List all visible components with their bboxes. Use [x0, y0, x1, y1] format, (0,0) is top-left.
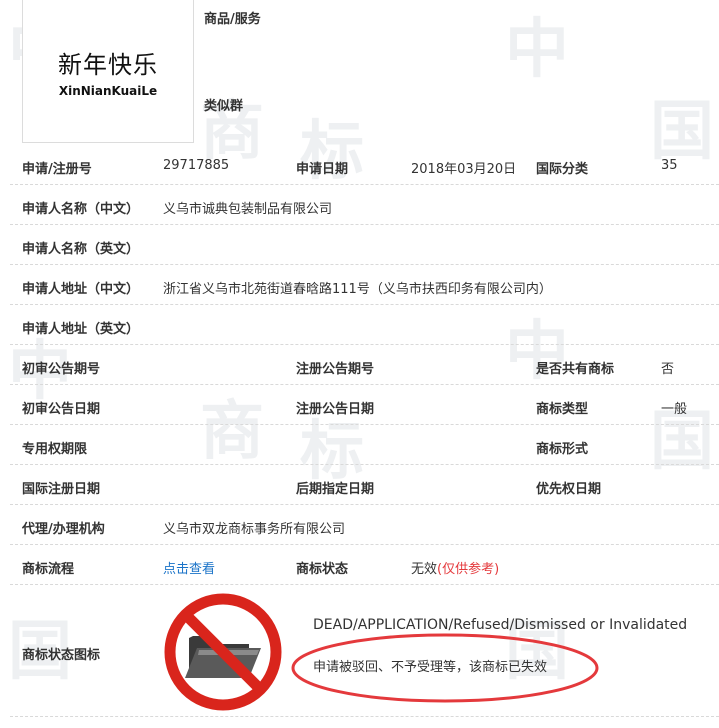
- trademark-text-cn: 新年快乐: [58, 50, 158, 79]
- row-divider: [10, 224, 719, 225]
- row-divider: [10, 264, 719, 265]
- row-divider: [10, 584, 719, 585]
- agent-label: 代理/办理机构: [22, 522, 105, 537]
- priority-date-label: 优先权日期: [536, 482, 602, 497]
- row-divider: [10, 184, 719, 185]
- row-divider: [10, 344, 719, 345]
- exclusive-period-label: 专用权期限: [22, 442, 88, 457]
- goods-services-label: 商品/服务: [204, 12, 261, 27]
- applicant-cn-label: 申请人名称（中文）: [22, 202, 140, 217]
- intl-class-value: 35: [661, 158, 678, 173]
- address-cn-value: 浙江省义乌市北苑街道春晗路111号（义乌市扶西印务有限公司内）: [163, 282, 552, 297]
- agent-value: 义乌市双龙商标事务所有限公司: [163, 522, 346, 537]
- address-en-label: 申请人地址（英文）: [22, 322, 140, 337]
- address-cn-label: 申请人地址（中文）: [22, 282, 140, 297]
- watermark-char: 商: [200, 394, 264, 469]
- intl-class-label: 国际分类: [536, 162, 589, 177]
- apply-date-label: 申请日期: [296, 162, 349, 177]
- applicant-en-label: 申请人名称（英文）: [22, 242, 140, 257]
- highlight-ellipse: [291, 633, 599, 703]
- row-divider: [10, 464, 719, 465]
- row-divider: [10, 544, 719, 545]
- watermark-char: 中: [505, 12, 569, 87]
- applicant-cn-value: 义乌市诚典包装制品有限公司: [163, 202, 333, 217]
- row-divider: [10, 504, 719, 505]
- watermark-char: 标: [300, 414, 364, 489]
- trademark-text-en: XinNianKuaiLe: [58, 83, 158, 98]
- row-divider: [10, 384, 719, 385]
- intl-reg-date-label: 国际注册日期: [22, 482, 101, 497]
- status-note: (仅供参考): [437, 562, 500, 577]
- status-label: 商标状态: [296, 562, 349, 577]
- status-detail-en: DEAD/APPLICATION/Refused/Dismissed or In…: [313, 617, 688, 633]
- reg-no-label: 申请/注册号: [22, 162, 92, 177]
- apply-date-value: 2018年03月20日: [411, 162, 517, 177]
- status-icon-label: 商标状态图标: [22, 648, 101, 663]
- process-view-link[interactable]: 点击查看: [163, 558, 215, 577]
- mark-type-label: 商标类型: [536, 402, 589, 417]
- trademark-image: 新年快乐 XinNianKuaiLe: [22, 0, 194, 143]
- prohibited-folder-icon: [164, 593, 282, 711]
- prelim-pub-no-label: 初审公告期号: [22, 362, 101, 377]
- row-divider: [10, 304, 719, 305]
- mark-form-label: 商标形式: [536, 442, 589, 457]
- row-divider: [10, 716, 719, 717]
- process-label: 商标流程: [22, 562, 75, 577]
- later-designation-date-label: 后期指定日期: [296, 482, 375, 497]
- row-divider: [10, 424, 719, 425]
- prelim-pub-date-label: 初审公告日期: [22, 402, 101, 417]
- shared-mark-value: 否: [661, 362, 675, 377]
- watermark-char: 国: [650, 94, 714, 169]
- similar-group-label: 类似群: [204, 99, 244, 114]
- status-value: 无效(仅供参考): [411, 558, 499, 577]
- reg-pub-no-label: 注册公告期号: [296, 362, 375, 377]
- mark-type-value: 一般: [661, 402, 688, 417]
- status-text: 无效: [411, 562, 438, 577]
- reg-no-value: 29717885: [163, 158, 230, 173]
- shared-mark-label: 是否共有商标: [536, 362, 615, 377]
- reg-pub-date-label: 注册公告日期: [296, 402, 375, 417]
